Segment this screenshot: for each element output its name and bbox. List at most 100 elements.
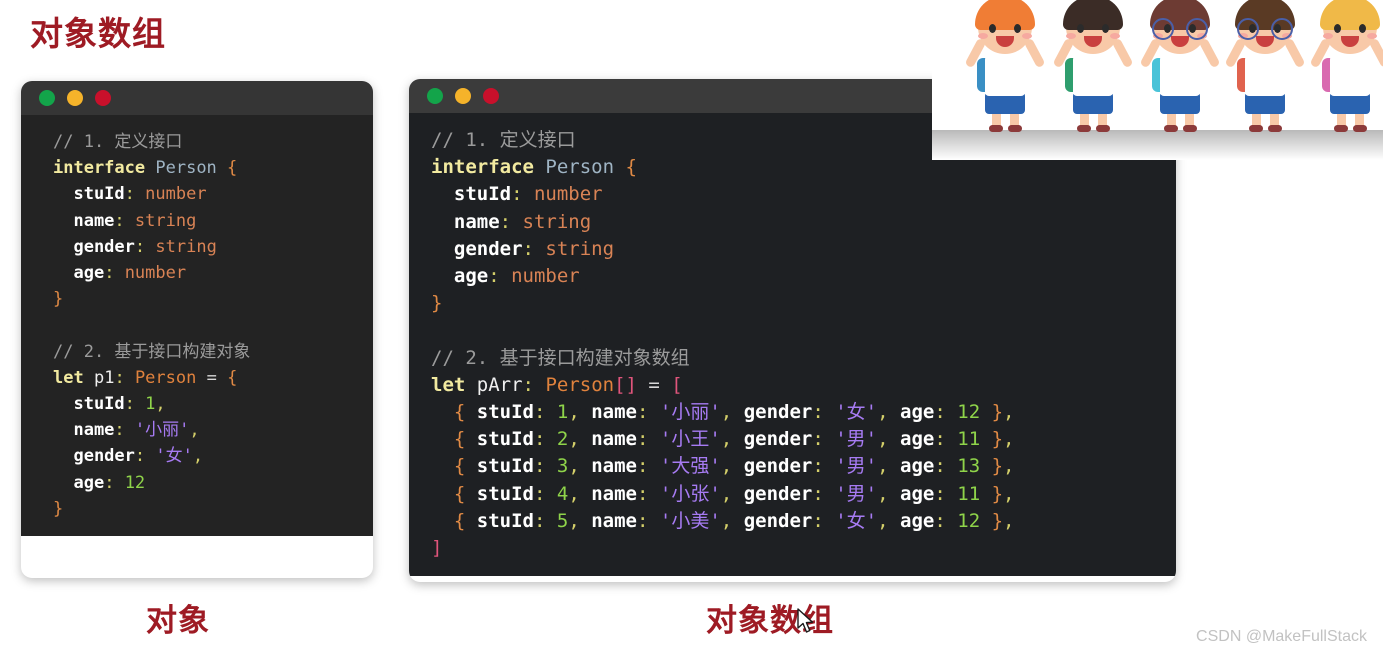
code-line: gender: '女',: [21, 443, 373, 469]
code-token: '男': [835, 428, 878, 451]
code-token: :: [533, 401, 546, 424]
code-token: gender: [732, 428, 813, 451]
code-token: ,: [192, 446, 204, 467]
code-token: ,: [720, 482, 733, 505]
code-token: 3: [556, 455, 569, 478]
code-token: stuId: [465, 509, 534, 532]
code-token: '男': [835, 482, 878, 505]
code-token: interface: [431, 156, 534, 179]
code-line: age: number: [21, 260, 373, 286]
code-token: {: [453, 428, 466, 451]
code-token: let: [53, 367, 84, 388]
code-token: :: [533, 428, 546, 451]
code-token: name: [53, 210, 115, 231]
code-line: gender: string: [21, 234, 373, 260]
code-token: name: [579, 401, 637, 424]
code-token: age: [888, 428, 935, 451]
code-token: ,: [1003, 455, 1015, 478]
traffic-light-yellow-icon[interactable]: [67, 90, 83, 106]
code-token: :: [533, 509, 546, 532]
code-token: ,: [720, 455, 733, 478]
code-token: :: [934, 401, 946, 424]
code-token: :: [114, 420, 125, 441]
code-token: Person: [545, 373, 615, 396]
code-line: { stuId: 4, name: '小张', gender: '男', age…: [409, 481, 1176, 508]
watermark: CSDN @MakeFullStack: [1196, 628, 1367, 645]
code-token: [: [671, 373, 683, 396]
code-line: age: number: [409, 263, 1176, 290]
traffic-light-red-icon[interactable]: [95, 90, 111, 106]
code-token: :: [637, 428, 649, 451]
code-line: age: 12: [21, 470, 373, 496]
code-token: gender: [732, 455, 813, 478]
code-token: ,: [155, 394, 166, 415]
code-token: 11: [957, 482, 981, 505]
code-line: [409, 317, 1176, 344]
code-token: stuId: [53, 184, 125, 205]
traffic-light-yellow-icon[interactable]: [455, 88, 471, 104]
code-token: gender: [53, 236, 135, 257]
code-token: {: [227, 367, 238, 388]
code-token: Person: [155, 158, 217, 179]
code-line: interface Person {: [21, 155, 373, 181]
code-token: name: [579, 509, 637, 532]
code-token: stuId: [431, 183, 512, 206]
code-token: stuId: [465, 401, 534, 424]
code-token: // 2. 基于接口构建对象数组: [431, 346, 690, 369]
code-token: name: [53, 420, 115, 441]
code-token: number: [145, 184, 207, 205]
code-token: :: [812, 428, 824, 451]
code-token: :: [533, 482, 546, 505]
code-line: { stuId: 2, name: '小王', gender: '男', age…: [409, 426, 1176, 453]
code-token: name: [431, 210, 500, 233]
code-token: '小丽': [134, 420, 190, 441]
code-token: :: [488, 265, 500, 288]
traffic-light-red-icon[interactable]: [483, 88, 499, 104]
traffic-light-green-icon[interactable]: [39, 90, 55, 106]
child-figure: [1139, 0, 1221, 132]
code-line: [21, 312, 373, 338]
code-token: gender: [431, 237, 523, 260]
code-line: let p1: Person = {: [21, 365, 373, 391]
code-token: '大强': [659, 455, 721, 478]
code-token: ,: [568, 455, 580, 478]
code-token: :: [522, 373, 534, 396]
code-line: let pArr: Person[] = [: [409, 372, 1176, 399]
code-token: :: [637, 401, 649, 424]
code-token: string: [522, 210, 592, 233]
code-token: string: [134, 210, 197, 231]
code-token: {: [625, 156, 637, 179]
code-content-left[interactable]: // 1. 定义接口 interface Person { stuId: numb…: [21, 115, 373, 537]
code-token: name: [579, 482, 637, 505]
code-token: number: [533, 183, 603, 206]
code-token: 4: [556, 482, 569, 505]
code-token: gender: [53, 446, 135, 467]
code-content-right[interactable]: // 1. 定义接口 interface Person { stuId: numb…: [409, 113, 1176, 577]
code-line: // 2. 基于接口构建对象: [21, 339, 373, 365]
code-line: name: string: [21, 208, 373, 234]
code-token: ,: [568, 401, 580, 424]
code-token: ,: [1003, 401, 1015, 424]
code-token: number: [124, 263, 187, 284]
traffic-light-green-icon[interactable]: [427, 88, 443, 104]
code-token: {: [453, 401, 466, 424]
code-token: age: [53, 472, 105, 493]
code-token: :: [812, 482, 824, 505]
code-token: }: [991, 401, 1004, 424]
code-line: ]: [409, 535, 1176, 562]
code-token: }: [991, 482, 1004, 505]
